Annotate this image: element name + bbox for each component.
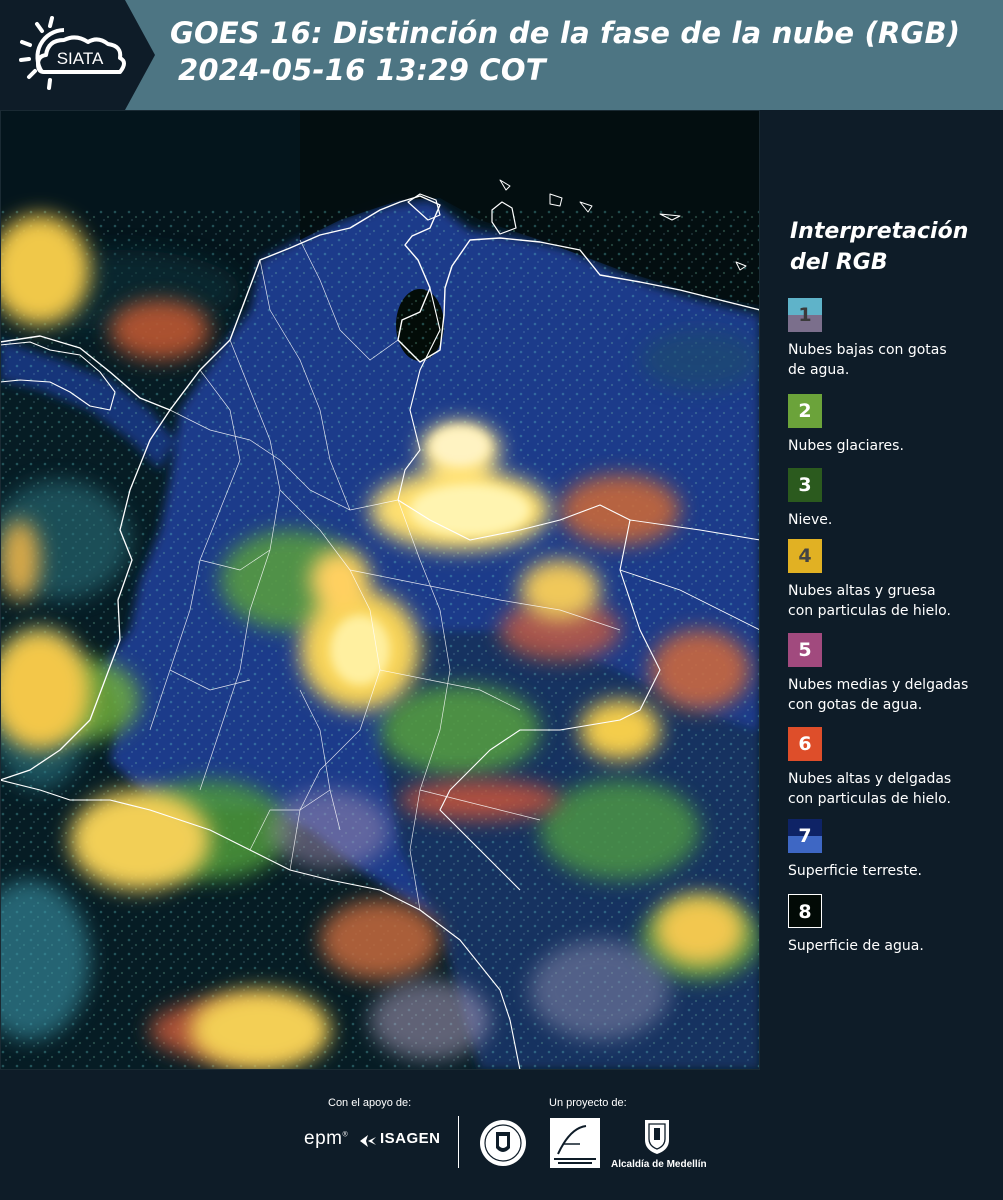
legend-label-6-line-2: con particulas de hielo. [788, 791, 951, 807]
legend-label-5: Nubes medias y delgadas con gotas de agu… [788, 675, 1003, 715]
legend-swatch-6: 6 [788, 727, 822, 761]
legend-swatch-3: 3 [788, 468, 822, 502]
legend-item-1: 1 Nubes bajas con gotas de agua. [788, 298, 1003, 380]
legend-item-6: 6 Nubes altas y delgadas con particulas … [788, 727, 1003, 809]
legend-number-1: 1 [798, 304, 812, 326]
siata-logo-text: SIATA [57, 49, 104, 68]
legend-label-6-line-1: Nubes altas y delgadas [788, 771, 952, 787]
isagen-logo-text: ISAGEN [380, 1130, 441, 1147]
epm-logo: epm® [304, 1128, 348, 1150]
page-title: GOES 16: Distinción de la fase de la nub… [170, 15, 960, 89]
legend-item-5: 5 Nubes medias y delgadas con gotas de a… [788, 633, 1003, 715]
legend-number-7: 7 [798, 825, 812, 847]
legend-title: Interpretación del RGB [790, 216, 968, 278]
legend-label-8: Superficie de agua. [788, 936, 1003, 956]
legend-title-line-1: Interpretación [790, 219, 969, 244]
project-label: Un proyecto de: [549, 1097, 627, 1109]
header-bar: SIATA GOES 16: Distinción de la fase de … [0, 0, 1003, 110]
legend-label-8-line-1: Superficie de agua. [788, 938, 924, 954]
legend-label-1-line-1: Nubes bajas con gotas [788, 342, 947, 358]
legend-label-1-line-2: de agua. [788, 362, 850, 378]
title-timestamp: 2024-05-16 13:29 COT [178, 53, 546, 87]
epm-logo-text: epm [304, 1128, 343, 1149]
legend-swatch-1: 1 [788, 298, 822, 332]
legend-swatch-7: 7 [788, 819, 822, 853]
epm-registered-mark: ® [342, 1131, 349, 1139]
legend-number-6: 6 [798, 733, 812, 755]
legend-swatch-4: 4 [788, 539, 822, 573]
legend-item-2: 2 Nubes glaciares. [788, 394, 1003, 456]
seal-logo-icon [480, 1120, 526, 1166]
legend-item-3: 3 Nieve. [788, 468, 1003, 530]
legend-number-4: 4 [798, 545, 812, 567]
title-line-1: GOES 16: Distinción de la fase de la nub… [170, 16, 961, 50]
legend-label-7-line-1: Superficie terreste. [788, 863, 923, 879]
legend-label-4: Nubes altas y gruesa con particulas de h… [788, 581, 1003, 621]
legend-label-4-line-1: Nubes altas y gruesa [788, 583, 936, 599]
legend-label-4-line-2: con particulas de hielo. [788, 603, 951, 619]
legend-label-3: Nieve. [788, 510, 1003, 530]
legend-label-1: Nubes bajas con gotas de agua. [788, 340, 1003, 380]
legend-item-7: 7 Superficie terreste. [788, 819, 1003, 881]
legend-item-8: 8 Superficie de agua. [788, 894, 1003, 956]
alcaldia-logo-text: Alcaldía de Medellín [611, 1159, 707, 1170]
satellite-image [0, 110, 760, 1070]
legend-panel: Interpretación del RGB 1 Nubes bajas con… [760, 110, 1003, 1070]
legend-item-4: 4 Nubes altas y gruesa con particulas de… [788, 539, 1003, 621]
legend-label-7: Superficie terreste. [788, 861, 1003, 881]
support-label: Con el apoyo de: [328, 1097, 412, 1109]
legend-label-2-line-1: Nubes glaciares. [788, 438, 904, 454]
alcaldia-shield-icon [645, 1120, 669, 1154]
legend-number-8: 8 [798, 901, 812, 923]
footer: Con el apoyo de: Un proyecto de: epm® IS… [0, 1070, 1003, 1200]
legend-label-2: Nubes glaciares. [788, 436, 1003, 456]
isagen-mark-icon [360, 1135, 376, 1147]
footer-divider [458, 1116, 459, 1168]
legend-label-3-line-1: Nieve. [788, 512, 833, 528]
legend-number-2: 2 [798, 400, 812, 422]
legend-label-5-line-2: con gotas de agua. [788, 697, 923, 713]
legend-swatch-8: 8 [788, 894, 822, 928]
legend-title-line-2: del RGB [790, 250, 888, 275]
satellite-rgb-map [0, 110, 760, 1070]
legend-swatch-2: 2 [788, 394, 822, 428]
area-metropolitana-logo-icon [550, 1118, 600, 1168]
legend-number-3: 3 [798, 474, 812, 496]
legend-label-5-line-1: Nubes medias y delgadas [788, 677, 969, 693]
siata-logo: SIATA [0, 0, 155, 110]
legend-number-5: 5 [798, 639, 812, 661]
legend-swatch-5: 5 [788, 633, 822, 667]
legend-label-6: Nubes altas y delgadas con particulas de… [788, 769, 1003, 809]
